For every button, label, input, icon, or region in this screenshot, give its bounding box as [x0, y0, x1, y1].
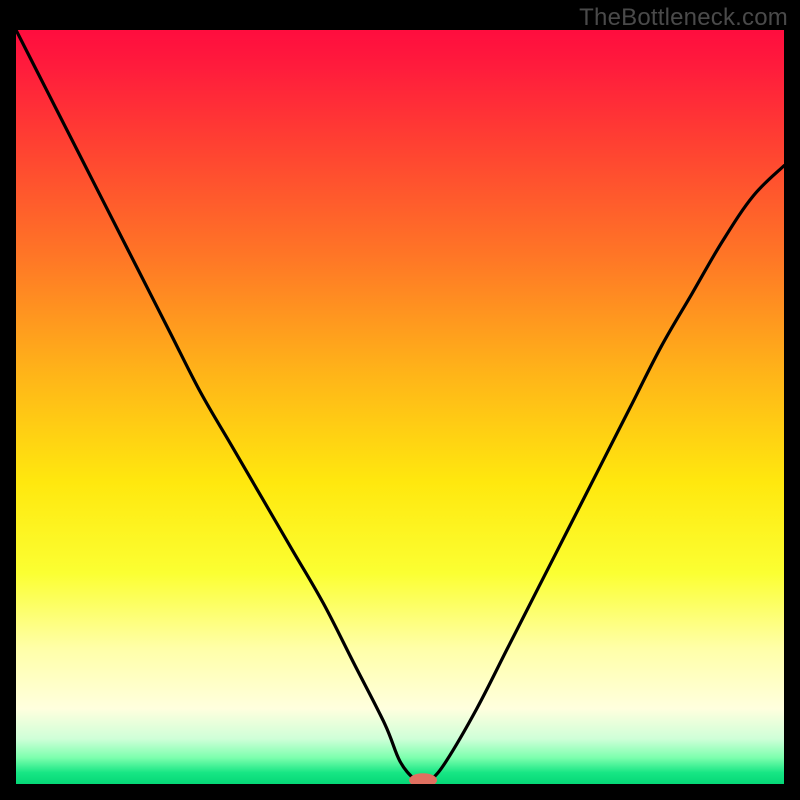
- chart-frame: TheBottleneck.com: [0, 0, 800, 800]
- plot-area: [16, 30, 784, 784]
- watermark-text: TheBottleneck.com: [579, 4, 788, 32]
- plot-svg: [16, 30, 784, 784]
- gradient-background: [16, 30, 784, 784]
